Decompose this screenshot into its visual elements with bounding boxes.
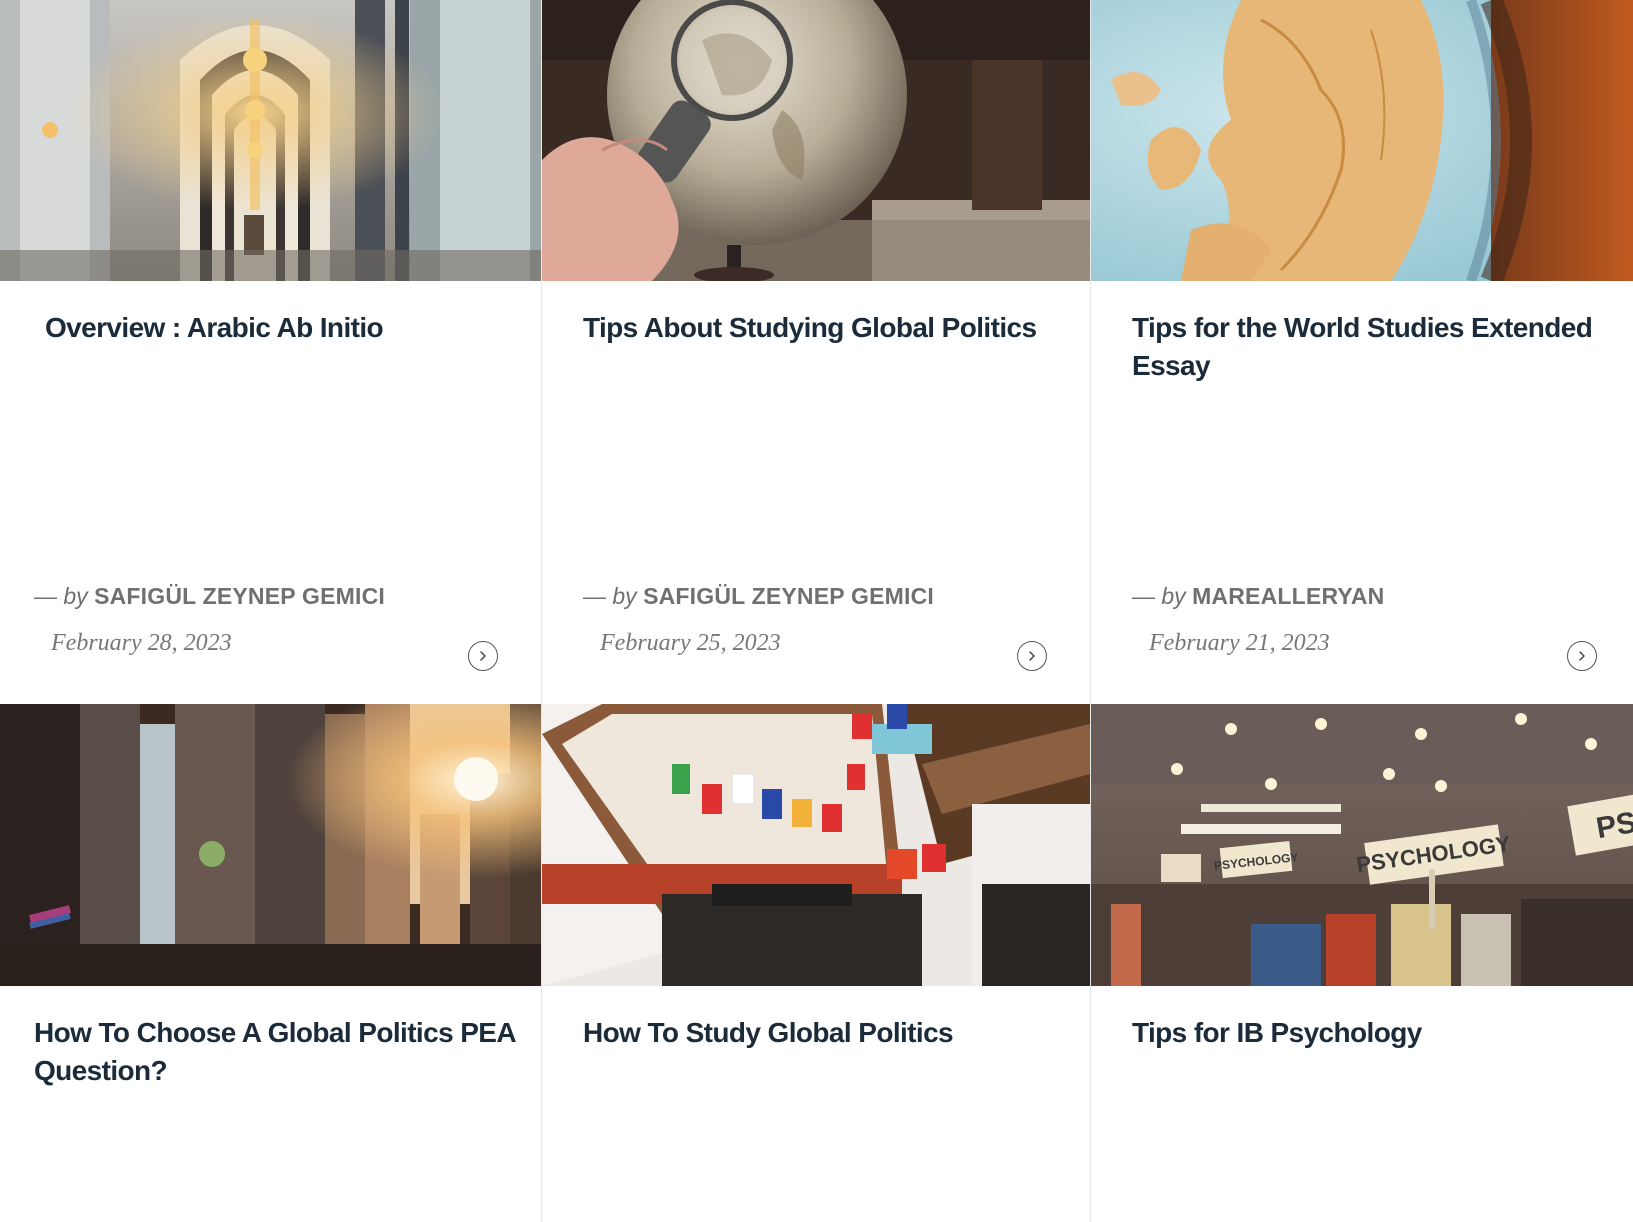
post-thumbnail[interactable]: PSYCHOLOGY PSYCHOLOGY PS: [1091, 704, 1633, 986]
post-title[interactable]: Tips for the World Studies Extended Essa…: [1132, 309, 1602, 385]
post-title[interactable]: How To Choose A Global Politics PEA Ques…: [34, 1014, 524, 1090]
post-title[interactable]: How To Study Global Politics: [583, 1014, 1063, 1052]
post-date: February 28, 2023: [51, 630, 232, 656]
read-more-button[interactable]: [1017, 641, 1047, 671]
chevron-right-icon: [480, 651, 486, 661]
post-thumbnail[interactable]: [0, 0, 541, 281]
author-link[interactable]: SAFIGÜL ZEYNEP GEMICI: [643, 583, 934, 609]
byline-prefix: — by: [583, 583, 637, 609]
read-more-button[interactable]: [1567, 641, 1597, 671]
column-divider: [541, 0, 542, 1222]
post-date: February 21, 2023: [1149, 630, 1330, 656]
author-link[interactable]: MAREALLERYAN: [1192, 583, 1384, 609]
post-title[interactable]: Tips About Studying Global Politics: [583, 309, 1063, 347]
post-card: Overview : Arabic Ab Initio — by SAFIGÜL…: [0, 0, 541, 703]
post-thumbnail[interactable]: [542, 0, 1090, 281]
post-byline: — by SAFIGÜL ZEYNEP GEMICI: [34, 583, 385, 610]
post-thumbnail[interactable]: [542, 704, 1090, 986]
post-byline: — by MAREALLERYAN: [1132, 583, 1384, 610]
svg-text:PS: PS: [1594, 806, 1633, 845]
post-card: How To Choose A Global Politics PEA Ques…: [0, 704, 541, 1222]
post-card: PSYCHOLOGY PSYCHOLOGY PS Tips for IB Psy…: [1091, 704, 1633, 1222]
post-grid: Overview : Arabic Ab Initio — by SAFIGÜL…: [0, 0, 1633, 1222]
post-card: Tips for the World Studies Extended Essa…: [1091, 0, 1633, 703]
byline-prefix: — by: [34, 583, 88, 609]
post-title[interactable]: Tips for IB Psychology: [1132, 1014, 1602, 1052]
post-thumbnail[interactable]: [0, 704, 541, 986]
post-thumbnail[interactable]: [1091, 0, 1633, 281]
psychology-bookstore-image: PSYCHOLOGY PSYCHOLOGY PS: [1091, 704, 1633, 986]
chevron-right-icon: [1029, 651, 1035, 661]
globe-magnifier-image: [542, 0, 1090, 281]
city-street-sunset-image: [0, 704, 541, 986]
column-divider: [1090, 0, 1091, 1222]
author-link[interactable]: SAFIGÜL ZEYNEP GEMICI: [94, 583, 385, 609]
post-card: How To Study Global Politics: [542, 704, 1090, 1222]
post-card: Tips About Studying Global Politics — by…: [542, 0, 1090, 703]
post-byline: — by SAFIGÜL ZEYNEP GEMICI: [583, 583, 934, 610]
europe-globe-image: [1091, 0, 1633, 281]
read-more-button[interactable]: [468, 641, 498, 671]
building-flags-image: [542, 704, 1090, 986]
post-date: February 25, 2023: [600, 630, 781, 656]
chevron-right-icon: [1579, 651, 1585, 661]
post-title[interactable]: Overview : Arabic Ab Initio: [45, 309, 515, 347]
byline-prefix: — by: [1132, 583, 1186, 609]
mosque-corridor-image: [0, 0, 541, 281]
